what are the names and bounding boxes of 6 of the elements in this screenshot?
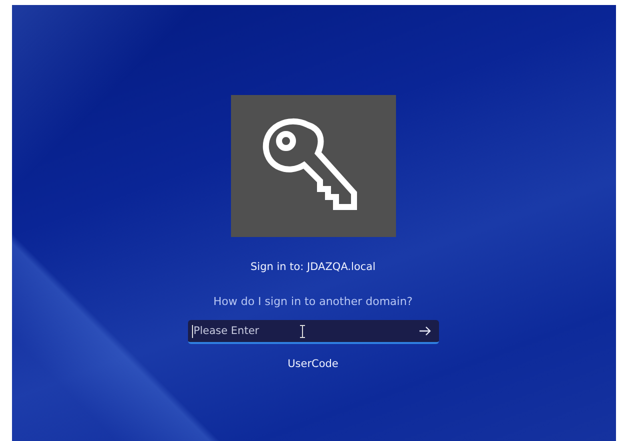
submit-arrow-icon[interactable] [418, 326, 430, 336]
user-code-field[interactable]: Please Enter [188, 320, 438, 344]
text-cursor-icon [298, 325, 306, 338]
sign-in-domain-text: Sign in to: JDAZQA.local [250, 261, 376, 273]
field-label: UserCode [288, 358, 338, 370]
other-domain-link[interactable]: How do I sign in to another domain? [213, 295, 413, 308]
